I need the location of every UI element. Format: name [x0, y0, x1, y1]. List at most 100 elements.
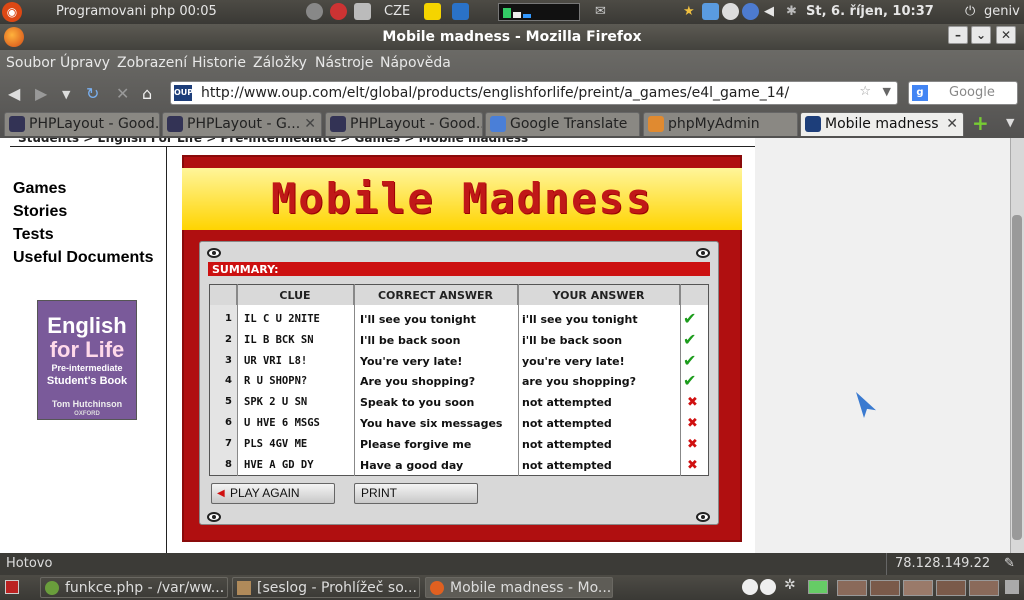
google-icon[interactable]: g	[912, 85, 928, 101]
stop-icon[interactable]: ✕	[116, 84, 129, 103]
tab-phplayout-3[interactable]: PHPLayout - Good...	[325, 112, 483, 136]
row-clue: IL B BCK SN	[244, 334, 314, 346]
menu-item-file[interactable]: Soubor	[6, 55, 56, 71]
volume-icon[interactable]: ◀	[764, 4, 774, 19]
history-dropdown-icon[interactable]: ▼	[62, 88, 70, 101]
skype-icon[interactable]	[742, 3, 759, 20]
menu-item-edit[interactable]: Úpravy	[60, 55, 110, 71]
bluetooth-icon[interactable]: ✱	[786, 4, 797, 19]
eyes-icon[interactable]	[742, 579, 758, 595]
firefox-icon	[430, 581, 444, 595]
row-correct-answer: Are you shopping?	[360, 375, 476, 388]
url-text[interactable]: http://www.oup.com/elt/global/products/e…	[201, 85, 789, 101]
url-dropdown-icon[interactable]: ▼	[883, 85, 891, 98]
printer-icon[interactable]	[354, 3, 371, 20]
menu-item-help[interactable]: Nápověda	[380, 55, 451, 71]
tab-favicon-icon	[9, 116, 25, 132]
reload-icon[interactable]: ↻	[86, 84, 99, 103]
eyes-icon[interactable]	[760, 579, 776, 595]
play-again-button[interactable]: ◀ PLAY AGAIN	[211, 483, 335, 504]
tab-list-icon[interactable]: ▼	[1006, 116, 1014, 129]
right-margin	[755, 138, 1010, 553]
menu-item-history[interactable]: Historie	[192, 55, 246, 71]
book-cover-image[interactable]: English for Life Pre-intermediate Studen…	[37, 300, 137, 420]
search-box[interactable]: g Google	[908, 81, 1018, 105]
nav-link-useful-documents[interactable]: Useful Documents	[13, 249, 153, 267]
edit-icon[interactable]: ✎	[1004, 556, 1015, 571]
workspace-5[interactable]	[969, 580, 999, 596]
trash-icon[interactable]	[1005, 580, 1019, 594]
applet-icon[interactable]: ✲	[784, 577, 796, 593]
window-titlebar[interactable]: Mobile madness - Mozilla Firefox – ⌄ ✕	[0, 24, 1024, 50]
ubuntu-logo-icon[interactable]: ◉	[2, 2, 22, 22]
workspace-3[interactable]	[903, 580, 933, 596]
taskbar-item-mobile-madness[interactable]: Mobile madness - Mo...	[425, 577, 613, 598]
nav-link-stories[interactable]: Stories	[13, 203, 67, 221]
divider	[10, 146, 755, 147]
nav-link-games[interactable]: Games	[13, 180, 66, 198]
user-name[interactable]: geniv	[984, 4, 1020, 19]
star-icon[interactable]: ★	[683, 4, 695, 19]
row-your-answer: i'll be back soon	[522, 334, 623, 347]
top-panel: ◉ Programovani php 00:05 CZE ✉ ★ ◀ ✱ St,…	[0, 0, 1024, 24]
maximize-button[interactable]: ⌄	[971, 26, 991, 44]
minimize-button[interactable]: –	[948, 26, 968, 44]
workspace-4[interactable]	[936, 580, 966, 596]
tab-phplayout-1[interactable]: PHPLayout - Good...	[4, 112, 160, 136]
tab-google-translate[interactable]: Google Translate	[485, 112, 640, 136]
menu-item-bookmarks[interactable]: Záložky	[253, 55, 307, 71]
book-author: Tom Hutchinson	[51, 399, 123, 409]
window-title: Mobile madness - Mozilla Firefox	[382, 29, 642, 45]
menu-item-tools[interactable]: Nástroje	[315, 55, 373, 71]
tab-mobile-madness[interactable]: Mobile madness ✕	[800, 112, 964, 136]
play-again-label: PLAY AGAIN	[230, 486, 300, 500]
tab-close-icon[interactable]: ✕	[946, 113, 958, 135]
tab-favicon-icon	[330, 116, 346, 132]
row-number: 6	[225, 417, 232, 428]
row-correct-answer: You have six messages	[360, 417, 503, 430]
keyboard-layout[interactable]: CZE	[384, 4, 410, 19]
tab-favicon-icon	[805, 116, 821, 132]
row-correct-answer: I'll see you tonight	[360, 313, 476, 326]
home-icon[interactable]: ⌂	[142, 84, 152, 103]
row-your-answer: not attempted	[522, 438, 612, 451]
url-bar[interactable]: OUP http://www.oup.com/elt/global/produc…	[170, 81, 898, 105]
notes-icon[interactable]	[424, 3, 441, 20]
nav-link-tests[interactable]: Tests	[13, 226, 54, 244]
tab-phpmyadmin[interactable]: phpMyAdmin	[643, 112, 798, 136]
task-label: [seslog - Prohlížeč so...	[257, 580, 417, 596]
network-icon[interactable]	[722, 3, 739, 20]
workspace-1[interactable]	[837, 580, 867, 596]
book-publisher: OXFORD	[74, 411, 100, 417]
active-app-label[interactable]: Programovani php 00:05	[56, 4, 217, 19]
menu-bar: Soubor Úpravy Zobrazení Historie Záložky…	[0, 50, 1024, 76]
back-icon[interactable]: ◀	[8, 84, 20, 103]
row-clue: R U SHOPN?	[244, 375, 308, 387]
menu-item-view[interactable]: Zobrazení	[117, 55, 187, 71]
scrollbar-thumb[interactable]	[1012, 215, 1022, 540]
clock[interactable]: St, 6. říjen, 10:37	[806, 4, 934, 19]
tray-icon[interactable]	[330, 3, 347, 20]
bookmark-star-icon[interactable]: ☆	[859, 84, 871, 99]
taskbar-item-seslog[interactable]: [seslog - Prohlížeč so...	[232, 577, 420, 598]
forward-icon[interactable]: ▶	[35, 84, 47, 103]
system-monitor[interactable]	[498, 3, 580, 21]
status-ip: 78.128.149.22	[886, 553, 996, 575]
row-correct-answer: Please forgive me	[360, 438, 472, 451]
tab-phplayout-2[interactable]: PHPLayout - G... ✕	[162, 112, 322, 136]
print-button[interactable]: PRINT	[354, 483, 478, 504]
power-icon[interactable]: ⏻	[965, 4, 975, 19]
tab-close-icon[interactable]: ✕	[304, 113, 316, 135]
tray-icon[interactable]	[306, 3, 323, 20]
dropbox-icon[interactable]	[702, 3, 719, 20]
new-tab-icon[interactable]: +	[972, 111, 989, 135]
number-column	[210, 305, 237, 475]
folder-icon	[237, 581, 251, 595]
taskbar-item-funkce[interactable]: funkce.php - /var/ww...	[40, 577, 228, 598]
mail-icon[interactable]: ✉	[595, 4, 606, 19]
gear-icon[interactable]	[452, 3, 469, 20]
workspace-2[interactable]	[870, 580, 900, 596]
show-desktop-icon[interactable]	[5, 580, 19, 594]
battery-icon[interactable]	[808, 580, 828, 594]
close-button[interactable]: ✕	[996, 26, 1016, 44]
